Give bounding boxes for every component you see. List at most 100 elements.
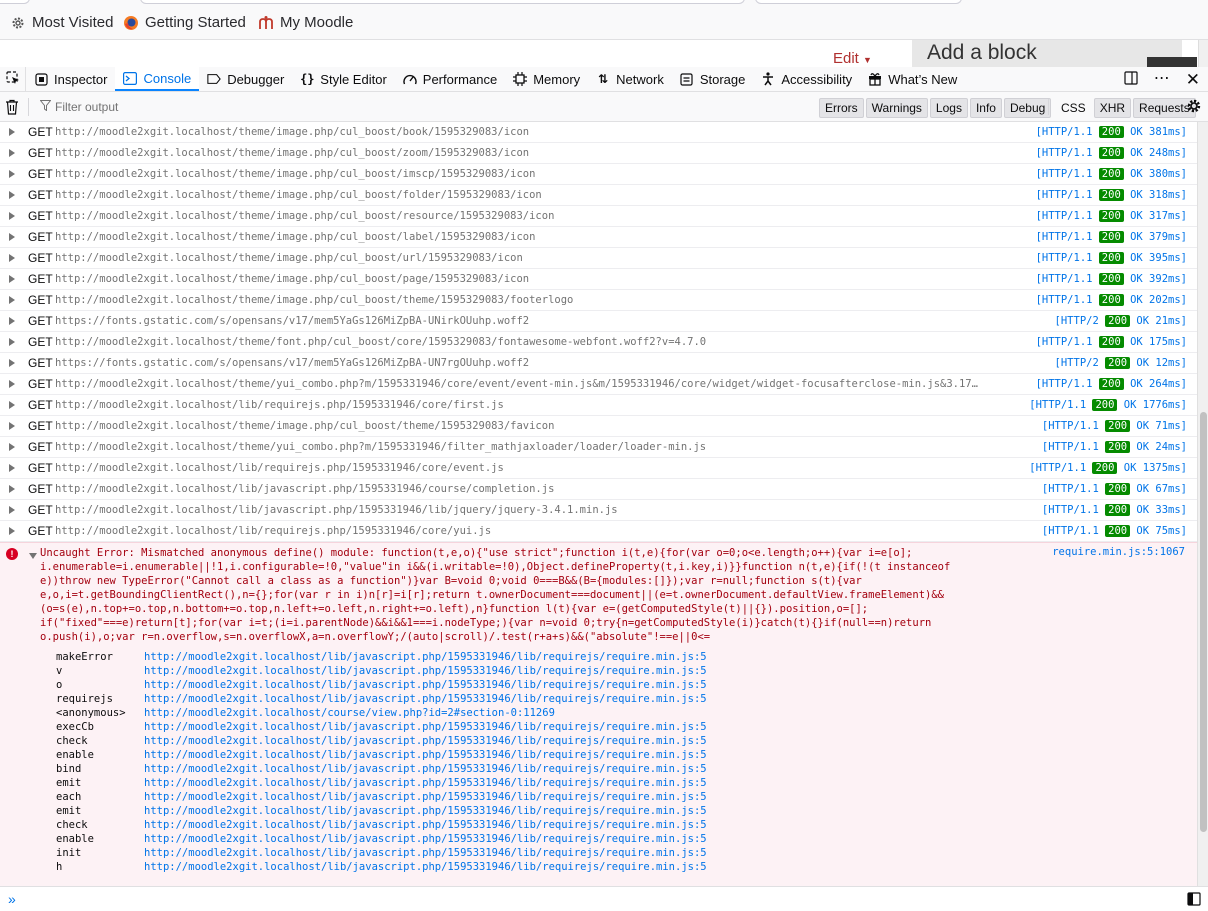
expand-arrow-icon[interactable] [9, 338, 15, 346]
more-options-icon[interactable]: ⋯ [1154, 71, 1170, 87]
expand-arrow-icon[interactable] [9, 275, 15, 283]
request-url[interactable]: http://moodle2xgit.localhost/theme/image… [55, 164, 535, 184]
expand-arrow-icon[interactable] [9, 380, 15, 388]
edit-menu[interactable]: Edit ▼ [833, 50, 872, 67]
network-request-row[interactable]: GET http://moodle2xgit.localhost/theme/im… [0, 143, 1197, 164]
frame-source-link[interactable]: http://moodle2xgit.localhost/course/view… [144, 706, 555, 720]
filter-xhr-button[interactable]: XHR [1093, 98, 1132, 118]
network-request-row[interactable]: GET http://moodle2xgit.localhost/theme/im… [0, 164, 1197, 185]
request-url[interactable]: http://moodle2xgit.localhost/lib/require… [55, 521, 491, 541]
network-request-row[interactable]: GET http://moodle2xgit.localhost/lib/java… [0, 500, 1197, 521]
frame-source-link[interactable]: http://moodle2xgit.localhost/lib/javascr… [144, 650, 707, 664]
network-request-row[interactable]: GET https://fonts.gstatic.com/s/opensans/… [0, 353, 1197, 374]
network-request-row[interactable]: GET http://moodle2xgit.localhost/theme/im… [0, 185, 1197, 206]
tab-accessibility[interactable]: Accessibility [753, 67, 860, 91]
frame-source-link[interactable]: http://moodle2xgit.localhost/lib/javascr… [144, 762, 707, 776]
request-url[interactable]: https://fonts.gstatic.com/s/opensans/v17… [55, 353, 529, 373]
network-request-row[interactable]: GET http://moodle2xgit.localhost/lib/requ… [0, 395, 1197, 416]
network-request-row[interactable]: GET http://moodle2xgit.localhost/lib/requ… [0, 458, 1197, 479]
filter-info-button[interactable]: Info [969, 98, 1002, 118]
tab-style-editor[interactable]: {} Style Editor [292, 67, 394, 91]
expand-arrow-icon[interactable] [9, 506, 15, 514]
expand-arrow-icon[interactable] [9, 170, 15, 178]
expand-arrow-icon[interactable] [9, 317, 15, 325]
bookmark-getting-started[interactable]: Getting Started [123, 14, 246, 31]
frame-source-link[interactable]: http://moodle2xgit.localhost/lib/javascr… [144, 720, 707, 734]
frame-source-link[interactable]: http://moodle2xgit.localhost/lib/javascr… [144, 846, 707, 860]
frame-source-link[interactable]: http://moodle2xgit.localhost/lib/javascr… [144, 692, 707, 706]
request-url[interactable]: http://moodle2xgit.localhost/lib/require… [55, 395, 504, 415]
output-scrollbar[interactable] [1197, 122, 1208, 886]
network-request-row[interactable]: GET http://moodle2xgit.localhost/theme/im… [0, 269, 1197, 290]
add-block-panel[interactable]: Add a block [912, 40, 1182, 67]
dock-options-icon[interactable] [1124, 70, 1138, 88]
expand-arrow-icon[interactable] [9, 149, 15, 157]
request-url[interactable]: https://fonts.gstatic.com/s/opensans/v17… [55, 311, 529, 331]
expand-arrow-icon[interactable] [9, 401, 15, 409]
network-request-row[interactable]: GET http://moodle2xgit.localhost/theme/yu… [0, 374, 1197, 395]
filter-css-button[interactable]: CSS [1055, 98, 1092, 118]
tab-network[interactable]: ⇅ Network [588, 67, 672, 91]
network-request-row[interactable]: GET http://moodle2xgit.localhost/theme/im… [0, 248, 1197, 269]
expand-arrow-icon[interactable] [9, 422, 15, 430]
element-picker-button[interactable] [0, 67, 26, 91]
expand-arrow-icon[interactable] [9, 443, 15, 451]
filter-errors-button[interactable]: Errors [819, 98, 864, 118]
request-url[interactable]: http://moodle2xgit.localhost/theme/yui_c… [55, 437, 706, 457]
bookmark-my-moodle[interactable]: My Moodle [258, 14, 353, 31]
expand-toggle-icon[interactable] [29, 553, 37, 559]
expand-arrow-icon[interactable] [9, 233, 15, 241]
filter-output-field[interactable]: Filter output [39, 100, 118, 114]
request-url[interactable]: http://moodle2xgit.localhost/theme/yui_c… [55, 374, 978, 394]
expand-arrow-icon[interactable] [9, 464, 15, 472]
request-url[interactable]: http://moodle2xgit.localhost/theme/image… [55, 269, 529, 289]
network-request-row[interactable]: GET http://moodle2xgit.localhost/theme/im… [0, 206, 1197, 227]
console-input[interactable]: » [0, 886, 1208, 911]
bookmark-most-visited[interactable]: Most Visited [10, 14, 113, 31]
expand-arrow-icon[interactable] [9, 296, 15, 304]
frame-source-link[interactable]: http://moodle2xgit.localhost/lib/javascr… [144, 734, 707, 748]
tab-performance[interactable]: Performance [395, 67, 505, 91]
tab-console[interactable]: Console [115, 67, 200, 91]
frame-source-link[interactable]: http://moodle2xgit.localhost/lib/javascr… [144, 776, 707, 790]
network-request-row[interactable]: GET http://moodle2xgit.localhost/theme/yu… [0, 437, 1197, 458]
clear-console-button[interactable] [5, 99, 19, 118]
filter-logs-button[interactable]: Logs [929, 98, 968, 118]
close-icon[interactable]: ✕ [1186, 71, 1200, 88]
tab-storage[interactable]: Storage [672, 67, 754, 91]
network-request-row[interactable]: GET http://moodle2xgit.localhost/lib/java… [0, 479, 1197, 500]
network-request-row[interactable]: GET http://moodle2xgit.localhost/theme/im… [0, 227, 1197, 248]
frame-source-link[interactable]: http://moodle2xgit.localhost/lib/javascr… [144, 818, 707, 832]
request-url[interactable]: http://moodle2xgit.localhost/lib/require… [55, 458, 504, 478]
request-url[interactable]: http://moodle2xgit.localhost/theme/font.… [55, 332, 706, 352]
page-scrollbar[interactable] [1198, 40, 1208, 67]
frame-source-link[interactable]: http://moodle2xgit.localhost/lib/javascr… [144, 664, 707, 678]
filter-warnings-button[interactable]: Warnings [865, 98, 928, 118]
tab-memory[interactable]: Memory [505, 67, 588, 91]
request-url[interactable]: http://moodle2xgit.localhost/theme/image… [55, 290, 573, 310]
frame-source-link[interactable]: http://moodle2xgit.localhost/lib/javascr… [144, 804, 707, 818]
network-request-row[interactable]: GET http://moodle2xgit.localhost/theme/fo… [0, 332, 1197, 353]
expand-arrow-icon[interactable] [9, 212, 15, 220]
network-request-row[interactable]: GET http://moodle2xgit.localhost/theme/im… [0, 290, 1197, 311]
tab-whats-new[interactable]: What’s New [860, 67, 965, 91]
filter-debug-button[interactable]: Debug [1003, 98, 1052, 118]
request-url[interactable]: http://moodle2xgit.localhost/theme/image… [55, 122, 529, 142]
frame-source-link[interactable]: http://moodle2xgit.localhost/lib/javascr… [144, 678, 707, 692]
tab-inspector[interactable]: Inspector [26, 67, 115, 91]
expand-arrow-icon[interactable] [9, 128, 15, 136]
request-url[interactable]: http://moodle2xgit.localhost/theme/image… [55, 206, 554, 226]
expand-arrow-icon[interactable] [9, 527, 15, 535]
frame-source-link[interactable]: http://moodle2xgit.localhost/lib/javascr… [144, 860, 707, 874]
expand-arrow-icon[interactable] [9, 191, 15, 199]
error-source-link[interactable]: require.min.js:5:1067 [1052, 546, 1185, 558]
scrollbar-thumb[interactable] [1200, 412, 1207, 832]
expand-arrow-icon[interactable] [9, 485, 15, 493]
request-url[interactable]: http://moodle2xgit.localhost/theme/image… [55, 185, 542, 205]
network-request-row[interactable]: GET http://moodle2xgit.localhost/theme/im… [0, 416, 1197, 437]
frame-source-link[interactable]: http://moodle2xgit.localhost/lib/javascr… [144, 790, 707, 804]
frame-source-link[interactable]: http://moodle2xgit.localhost/lib/javascr… [144, 748, 707, 762]
network-request-row[interactable]: GET http://moodle2xgit.localhost/theme/im… [0, 122, 1197, 143]
request-url[interactable]: http://moodle2xgit.localhost/theme/image… [55, 416, 554, 436]
console-settings-button[interactable] [1186, 98, 1202, 117]
